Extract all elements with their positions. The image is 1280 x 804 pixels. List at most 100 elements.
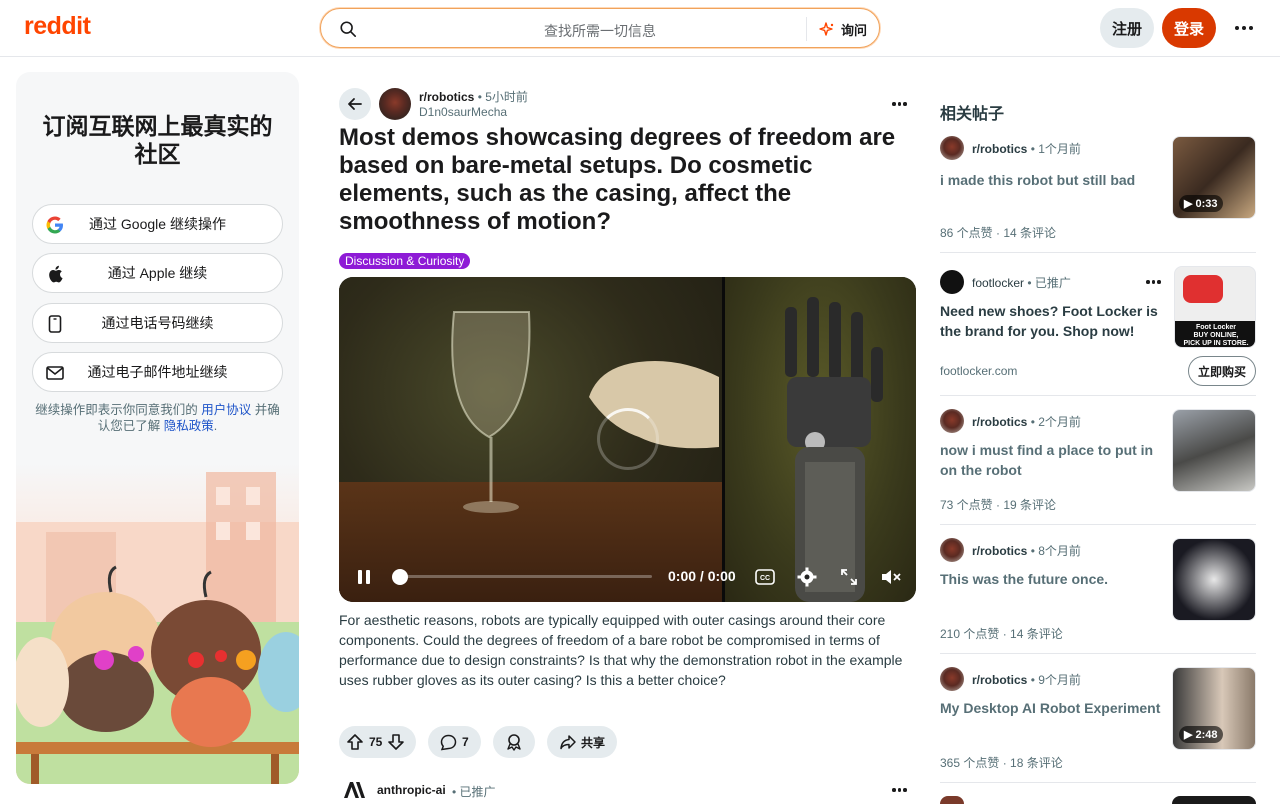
related-sub-name[interactable]: r/robotics bbox=[972, 415, 1027, 429]
promoted-author[interactable]: anthropic-ai bbox=[377, 783, 446, 797]
duration-text: 0:33 bbox=[1195, 197, 1218, 210]
ad-domain[interactable]: footlocker.com bbox=[940, 364, 1017, 378]
mute-icon[interactable] bbox=[879, 565, 903, 589]
login-button[interactable]: 登录 bbox=[1162, 8, 1216, 48]
phone-signin-button[interactable]: 通过电话号码继续 bbox=[32, 303, 283, 343]
divider bbox=[940, 252, 1256, 253]
related-title[interactable]: i made this robot but still bad bbox=[940, 170, 1164, 190]
related-post[interactable]: r/robotics • 1个月前 i made this robot but … bbox=[940, 136, 1256, 246]
banner-line-2: BUY ONLINE, bbox=[1193, 332, 1239, 339]
ask-button[interactable]: 询问 bbox=[819, 20, 867, 39]
banner-line-1: Foot Locker bbox=[1195, 324, 1237, 331]
pause-icon[interactable] bbox=[352, 565, 376, 589]
snoo-characters-illustration bbox=[16, 472, 299, 784]
share-button[interactable]: 共享 bbox=[547, 726, 617, 758]
email-signin-button[interactable]: 通过电子邮件地址继续 bbox=[32, 352, 283, 392]
email-signin-label: 通过电子邮件地址继续 bbox=[87, 364, 228, 380]
related-sub-name[interactable]: footlocker bbox=[972, 276, 1024, 290]
video-progress-track[interactable] bbox=[394, 575, 652, 578]
privacy-policy-link[interactable]: 隐私政策 bbox=[164, 419, 214, 433]
related-stats: 365 个点赞 · 18 条评论 bbox=[940, 756, 1063, 770]
phone-signin-label: 通过电话号码继续 bbox=[101, 315, 214, 331]
promoted-tag: • 已推广 bbox=[452, 785, 496, 799]
upvote-icon[interactable] bbox=[346, 733, 364, 751]
apple-signin-label: 通过 Apple 继续 bbox=[107, 265, 208, 281]
promoted-more-icon[interactable] bbox=[892, 788, 907, 792]
related-title[interactable]: This was the future once. bbox=[940, 569, 1164, 589]
related-title[interactable]: now i must find a place to put in on the… bbox=[940, 440, 1164, 480]
subreddit-avatar bbox=[940, 136, 964, 160]
more-options-icon[interactable] bbox=[1232, 18, 1256, 38]
top-bar: reddit 查找所需一切信息 询问 注册 登录 bbox=[0, 0, 1280, 57]
video-controls: 0:00 / 0:00 CC bbox=[339, 557, 916, 602]
user-agreement-link[interactable]: 用户协议 bbox=[201, 403, 251, 417]
related-posts: 相关帖子 r/robotics • 1个月前 i made this robot… bbox=[940, 100, 1256, 804]
related-thumbnail[interactable]: Foot Locker BUY ONLINE, PICK UP IN STORE… bbox=[1174, 266, 1256, 348]
share-label: 共享 bbox=[581, 735, 606, 750]
video-player[interactable]: 0:00 / 0:00 CC bbox=[339, 277, 916, 602]
captions-icon[interactable]: CC bbox=[753, 565, 777, 589]
comments-button[interactable]: 7 bbox=[428, 726, 481, 758]
settings-gear-icon[interactable] bbox=[795, 565, 819, 589]
play-icon: ▶ bbox=[1184, 198, 1193, 210]
play-icon: ▶ bbox=[1184, 729, 1193, 741]
downvote-icon[interactable] bbox=[387, 733, 405, 751]
apple-signin-button[interactable]: 通过 Apple 继续 bbox=[32, 253, 283, 293]
signup-panel: 订阅互联网上最真实的社区 通过 Google 继续操作 通过 Apple 继续 … bbox=[16, 72, 299, 784]
subreddit-avatar bbox=[940, 667, 964, 691]
signup-button[interactable]: 注册 bbox=[1100, 8, 1154, 48]
google-icon bbox=[45, 215, 65, 235]
shop-now-button[interactable]: 立即购买 bbox=[1188, 356, 1256, 386]
related-time: • 已推广 bbox=[1027, 276, 1071, 290]
arrow-left-icon bbox=[348, 98, 362, 110]
related-subreddit: r/robotics • 2个月前 bbox=[972, 413, 1081, 430]
google-signin-button[interactable]: 通过 Google 继续操作 bbox=[32, 204, 283, 244]
related-thumbnail[interactable]: ▶ 0:33 bbox=[1172, 136, 1256, 219]
post-title: Most demos showcasing degrees of freedom… bbox=[339, 124, 896, 235]
post-author[interactable]: D1n0saurMecha bbox=[419, 105, 507, 119]
search-bar[interactable]: 查找所需一切信息 询问 bbox=[320, 8, 880, 48]
related-sub-name[interactable]: r/robotics bbox=[972, 544, 1027, 558]
related-post[interactable]: r/robotics • 9个月前 My Desktop AI Robot Ex… bbox=[940, 667, 1256, 777]
video-progress-thumb[interactable] bbox=[392, 569, 408, 585]
sparkle-icon bbox=[819, 21, 834, 36]
related-thumbnail[interactable] bbox=[1172, 796, 1256, 804]
back-button[interactable] bbox=[339, 88, 371, 120]
terms-text: 继续操作即表示你同意我们的 用户协议 并确认您已了解 隐私政策. bbox=[32, 402, 283, 434]
sneaker-image bbox=[1183, 275, 1223, 303]
video-frame-left bbox=[339, 277, 722, 602]
related-subreddit: r/robotics • 1个月前 bbox=[972, 140, 1081, 157]
related-sub-name[interactable]: r/robotics bbox=[972, 673, 1027, 687]
post-body: For aesthetic reasons, robots are typica… bbox=[339, 612, 903, 688]
video-time: 0:00 / 0:00 bbox=[668, 568, 736, 584]
post-more-icon[interactable] bbox=[892, 102, 907, 106]
reddit-logo[interactable]: reddit bbox=[24, 12, 91, 41]
svg-text:CC: CC bbox=[760, 575, 770, 582]
fullscreen-icon[interactable] bbox=[837, 565, 861, 589]
subreddit-avatar[interactable] bbox=[379, 88, 411, 120]
anthropic-logo-icon[interactable] bbox=[343, 782, 365, 798]
subreddit-link[interactable]: r/robotics bbox=[419, 90, 474, 104]
related-stats: 73 个点赞 · 19 条评论 bbox=[940, 498, 1057, 512]
related-time: • 9个月前 bbox=[1030, 673, 1081, 687]
related-title[interactable]: My Desktop AI Robot Experiment bbox=[940, 698, 1164, 718]
related-post[interactable]: r/robotics • 8个月前 This was the future on… bbox=[940, 538, 1256, 648]
related-promoted-post[interactable]: footlocker • 已推广 Need new shoes? Foot Lo… bbox=[940, 266, 1256, 388]
award-button[interactable] bbox=[493, 726, 535, 758]
phone-icon bbox=[45, 314, 65, 334]
related-sub-name[interactable]: r/robotics bbox=[972, 142, 1027, 156]
video-frame-right bbox=[725, 277, 916, 602]
subreddit-avatar bbox=[940, 538, 964, 562]
post-flair[interactable]: Discussion & Curiosity bbox=[339, 253, 471, 269]
divider bbox=[940, 782, 1256, 783]
related-thumbnail[interactable] bbox=[1172, 409, 1256, 492]
related-thumbnail[interactable] bbox=[1172, 538, 1256, 621]
vote-count: 75 bbox=[369, 735, 383, 749]
related-thumbnail[interactable]: ▶ 2:48 bbox=[1172, 667, 1256, 750]
related-title[interactable]: Need new shoes? Foot Locker is the brand… bbox=[940, 301, 1164, 341]
wine-glass-image bbox=[451, 311, 531, 513]
subreddit-avatar bbox=[940, 409, 964, 433]
ad-more-icon[interactable] bbox=[1146, 280, 1161, 284]
footlocker-avatar bbox=[940, 270, 964, 294]
related-post[interactable]: r/robotics • 2个月前 now i must find a plac… bbox=[940, 409, 1256, 519]
